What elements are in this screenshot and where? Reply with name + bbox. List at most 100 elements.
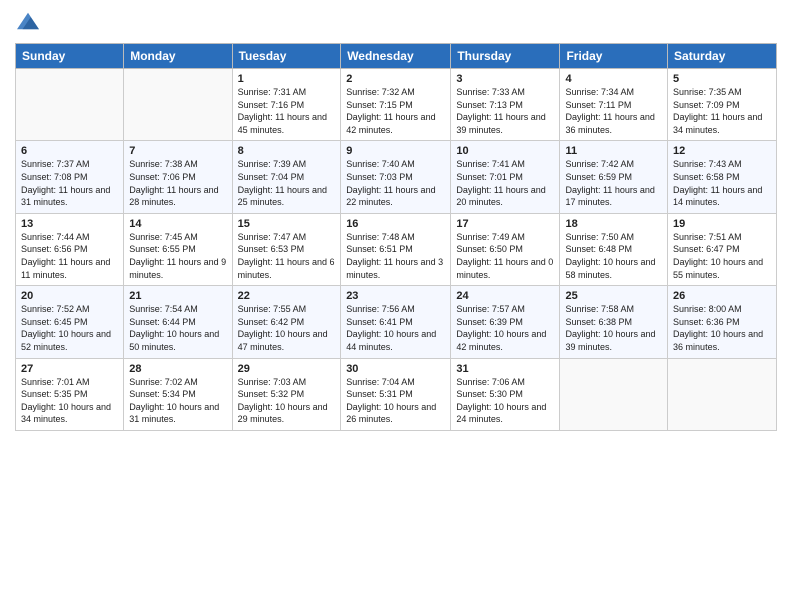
day-number: 20 — [21, 290, 118, 302]
week-row-4: 20Sunrise: 7:52 AMSunset: 6:45 PMDayligh… — [16, 286, 777, 358]
day-info: Sunrise: 7:34 AMSunset: 7:11 PMDaylight:… — [565, 86, 662, 136]
logo-icon — [17, 10, 39, 32]
day-info: Sunrise: 7:38 AMSunset: 7:06 PMDaylight:… — [129, 158, 226, 208]
day-info: Sunrise: 7:37 AMSunset: 7:08 PMDaylight:… — [21, 158, 118, 208]
weekday-header-thursday: Thursday — [451, 44, 560, 69]
calendar-cell: 3Sunrise: 7:33 AMSunset: 7:13 PMDaylight… — [451, 69, 560, 141]
day-number: 19 — [673, 218, 771, 230]
weekday-header-wednesday: Wednesday — [341, 44, 451, 69]
day-number: 4 — [565, 73, 662, 85]
day-number: 10 — [456, 145, 554, 157]
calendar-cell — [560, 358, 668, 430]
calendar-cell — [124, 69, 232, 141]
calendar-cell: 12Sunrise: 7:43 AMSunset: 6:58 PMDayligh… — [668, 141, 777, 213]
calendar-cell: 15Sunrise: 7:47 AMSunset: 6:53 PMDayligh… — [232, 213, 341, 285]
calendar-cell: 27Sunrise: 7:01 AMSunset: 5:35 PMDayligh… — [16, 358, 124, 430]
weekday-header-sunday: Sunday — [16, 44, 124, 69]
day-info: Sunrise: 7:56 AMSunset: 6:41 PMDaylight:… — [346, 303, 445, 353]
day-info: Sunrise: 7:48 AMSunset: 6:51 PMDaylight:… — [346, 231, 445, 281]
calendar-cell — [668, 358, 777, 430]
day-number: 6 — [21, 145, 118, 157]
day-info: Sunrise: 7:41 AMSunset: 7:01 PMDaylight:… — [456, 158, 554, 208]
day-number: 1 — [238, 73, 336, 85]
day-number: 16 — [346, 218, 445, 230]
calendar-cell: 28Sunrise: 7:02 AMSunset: 5:34 PMDayligh… — [124, 358, 232, 430]
day-info: Sunrise: 7:52 AMSunset: 6:45 PMDaylight:… — [21, 303, 118, 353]
day-number: 23 — [346, 290, 445, 302]
day-info: Sunrise: 8:00 AMSunset: 6:36 PMDaylight:… — [673, 303, 771, 353]
day-info: Sunrise: 7:50 AMSunset: 6:48 PMDaylight:… — [565, 231, 662, 281]
day-info: Sunrise: 7:06 AMSunset: 5:30 PMDaylight:… — [456, 376, 554, 426]
day-number: 3 — [456, 73, 554, 85]
day-info: Sunrise: 7:02 AMSunset: 5:34 PMDaylight:… — [129, 376, 226, 426]
calendar-cell: 1Sunrise: 7:31 AMSunset: 7:16 PMDaylight… — [232, 69, 341, 141]
calendar-cell: 7Sunrise: 7:38 AMSunset: 7:06 PMDaylight… — [124, 141, 232, 213]
day-number: 29 — [238, 363, 336, 375]
day-number: 26 — [673, 290, 771, 302]
logo — [15, 10, 39, 37]
calendar-cell: 18Sunrise: 7:50 AMSunset: 6:48 PMDayligh… — [560, 213, 668, 285]
day-info: Sunrise: 7:31 AMSunset: 7:16 PMDaylight:… — [238, 86, 336, 136]
page: SundayMondayTuesdayWednesdayThursdayFrid… — [0, 0, 792, 612]
day-number: 21 — [129, 290, 226, 302]
day-info: Sunrise: 7:57 AMSunset: 6:39 PMDaylight:… — [456, 303, 554, 353]
day-number: 30 — [346, 363, 445, 375]
header — [15, 10, 777, 37]
day-info: Sunrise: 7:03 AMSunset: 5:32 PMDaylight:… — [238, 376, 336, 426]
day-info: Sunrise: 7:33 AMSunset: 7:13 PMDaylight:… — [456, 86, 554, 136]
day-info: Sunrise: 7:43 AMSunset: 6:58 PMDaylight:… — [673, 158, 771, 208]
calendar-cell: 25Sunrise: 7:58 AMSunset: 6:38 PMDayligh… — [560, 286, 668, 358]
calendar-cell: 2Sunrise: 7:32 AMSunset: 7:15 PMDaylight… — [341, 69, 451, 141]
day-number: 25 — [565, 290, 662, 302]
day-number: 28 — [129, 363, 226, 375]
day-number: 12 — [673, 145, 771, 157]
calendar-cell: 10Sunrise: 7:41 AMSunset: 7:01 PMDayligh… — [451, 141, 560, 213]
calendar-cell: 31Sunrise: 7:06 AMSunset: 5:30 PMDayligh… — [451, 358, 560, 430]
calendar-cell: 20Sunrise: 7:52 AMSunset: 6:45 PMDayligh… — [16, 286, 124, 358]
calendar-cell: 8Sunrise: 7:39 AMSunset: 7:04 PMDaylight… — [232, 141, 341, 213]
day-number: 17 — [456, 218, 554, 230]
calendar-cell: 21Sunrise: 7:54 AMSunset: 6:44 PMDayligh… — [124, 286, 232, 358]
day-number: 18 — [565, 218, 662, 230]
week-row-1: 1Sunrise: 7:31 AMSunset: 7:16 PMDaylight… — [16, 69, 777, 141]
calendar-cell: 4Sunrise: 7:34 AMSunset: 7:11 PMDaylight… — [560, 69, 668, 141]
day-number: 11 — [565, 145, 662, 157]
day-info: Sunrise: 7:42 AMSunset: 6:59 PMDaylight:… — [565, 158, 662, 208]
week-row-3: 13Sunrise: 7:44 AMSunset: 6:56 PMDayligh… — [16, 213, 777, 285]
weekday-header-monday: Monday — [124, 44, 232, 69]
calendar-cell: 16Sunrise: 7:48 AMSunset: 6:51 PMDayligh… — [341, 213, 451, 285]
weekday-header-row: SundayMondayTuesdayWednesdayThursdayFrid… — [16, 44, 777, 69]
calendar-cell: 23Sunrise: 7:56 AMSunset: 6:41 PMDayligh… — [341, 286, 451, 358]
calendar-cell: 11Sunrise: 7:42 AMSunset: 6:59 PMDayligh… — [560, 141, 668, 213]
day-info: Sunrise: 7:39 AMSunset: 7:04 PMDaylight:… — [238, 158, 336, 208]
day-info: Sunrise: 7:32 AMSunset: 7:15 PMDaylight:… — [346, 86, 445, 136]
calendar-cell: 5Sunrise: 7:35 AMSunset: 7:09 PMDaylight… — [668, 69, 777, 141]
day-number: 7 — [129, 145, 226, 157]
calendar-cell: 13Sunrise: 7:44 AMSunset: 6:56 PMDayligh… — [16, 213, 124, 285]
calendar-table: SundayMondayTuesdayWednesdayThursdayFrid… — [15, 43, 777, 431]
day-info: Sunrise: 7:49 AMSunset: 6:50 PMDaylight:… — [456, 231, 554, 281]
calendar-cell: 29Sunrise: 7:03 AMSunset: 5:32 PMDayligh… — [232, 358, 341, 430]
day-info: Sunrise: 7:47 AMSunset: 6:53 PMDaylight:… — [238, 231, 336, 281]
day-info: Sunrise: 7:55 AMSunset: 6:42 PMDaylight:… — [238, 303, 336, 353]
calendar-cell: 14Sunrise: 7:45 AMSunset: 6:55 PMDayligh… — [124, 213, 232, 285]
day-number: 14 — [129, 218, 226, 230]
day-number: 31 — [456, 363, 554, 375]
week-row-2: 6Sunrise: 7:37 AMSunset: 7:08 PMDaylight… — [16, 141, 777, 213]
calendar-cell: 17Sunrise: 7:49 AMSunset: 6:50 PMDayligh… — [451, 213, 560, 285]
calendar-cell: 6Sunrise: 7:37 AMSunset: 7:08 PMDaylight… — [16, 141, 124, 213]
day-info: Sunrise: 7:04 AMSunset: 5:31 PMDaylight:… — [346, 376, 445, 426]
day-info: Sunrise: 7:44 AMSunset: 6:56 PMDaylight:… — [21, 231, 118, 281]
day-number: 8 — [238, 145, 336, 157]
weekday-header-friday: Friday — [560, 44, 668, 69]
weekday-header-tuesday: Tuesday — [232, 44, 341, 69]
day-number: 22 — [238, 290, 336, 302]
day-number: 24 — [456, 290, 554, 302]
day-number: 27 — [21, 363, 118, 375]
calendar-cell: 26Sunrise: 8:00 AMSunset: 6:36 PMDayligh… — [668, 286, 777, 358]
day-number: 5 — [673, 73, 771, 85]
weekday-header-saturday: Saturday — [668, 44, 777, 69]
day-number: 2 — [346, 73, 445, 85]
calendar-cell: 24Sunrise: 7:57 AMSunset: 6:39 PMDayligh… — [451, 286, 560, 358]
day-number: 15 — [238, 218, 336, 230]
